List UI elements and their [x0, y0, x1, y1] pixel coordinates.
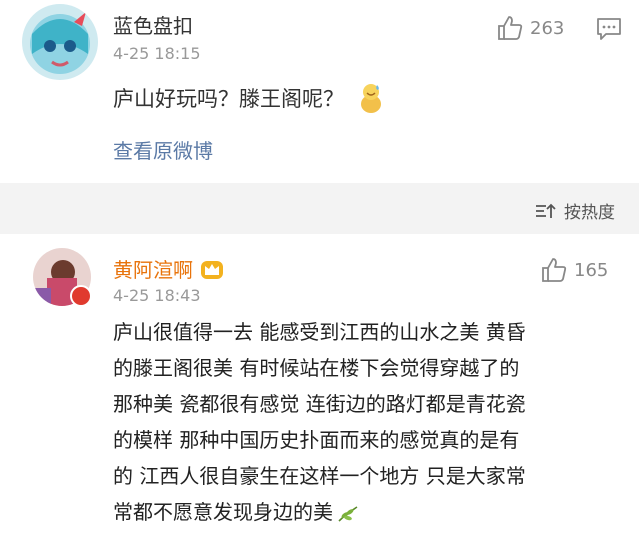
thumbs-up-icon: [542, 258, 567, 282]
comment-card: 黄阿渲啊 4-25 18:43 165 庐山很值得一去 能感受到江西的山水之美 …: [0, 234, 639, 535]
username[interactable]: 蓝色盘扣: [113, 10, 193, 39]
like-count: 165: [574, 259, 609, 281]
comment-icon[interactable]: [596, 17, 622, 41]
avatar-image: [22, 4, 98, 80]
timestamp: 4-25 18:15: [113, 44, 201, 63]
comment-line-text: 常都不愿意发现身边的美: [113, 500, 333, 524]
like-button[interactable]: 165: [540, 256, 608, 284]
comment-line: 的 江西人很自豪生在这样一个地方 只是大家常: [113, 464, 526, 488]
avatar[interactable]: [22, 4, 98, 80]
leaf-emoji-icon: [338, 505, 358, 522]
original-post-comment: 蓝色盘扣 4-25 18:15 263 庐山好玩吗？滕王阁呢？ 查看原微博: [0, 0, 639, 183]
username-row: 黄阿渲啊: [113, 254, 225, 283]
sort-by-hotness-button[interactable]: 按热度: [534, 198, 615, 223]
thumbs-up-icon: [498, 16, 523, 40]
comment-line: 庐山很值得一去 能感受到江西的山水之美 黄昏: [113, 320, 526, 344]
sweat-smile-emoji-icon: [361, 84, 381, 113]
timestamp: 4-25 18:43: [113, 286, 201, 305]
verified-badge-icon: [70, 285, 92, 307]
vip-crown-icon[interactable]: [199, 257, 225, 281]
like-count: 263: [530, 17, 565, 39]
comment-text: 庐山好玩吗？滕王阁呢？: [113, 82, 384, 114]
comment-line-last: 常都不愿意发现身边的美: [113, 494, 613, 530]
username[interactable]: 黄阿渲啊: [113, 254, 193, 283]
like-button[interactable]: 263: [496, 14, 564, 42]
view-original-post-link[interactable]: 查看原微博: [113, 135, 213, 164]
sort-icon: [536, 203, 556, 218]
comment-line: 的模样 那种中国历史扑面而来的感觉真的是有: [113, 428, 520, 452]
comment-body: 庐山好玩吗？滕王阁呢？: [113, 87, 344, 111]
comment-line: 的滕王阁很美 有时候站在楼下会觉得穿越了的: [113, 356, 520, 380]
sort-label: 按热度: [564, 203, 615, 223]
comment-text: 庐山很值得一去 能感受到江西的山水之美 黄昏 的滕王阁很美 有时候站在楼下会觉得…: [113, 314, 613, 530]
comment-line: 那种美 瓷都很有感觉 连街边的路灯都是青花瓷: [113, 392, 526, 416]
